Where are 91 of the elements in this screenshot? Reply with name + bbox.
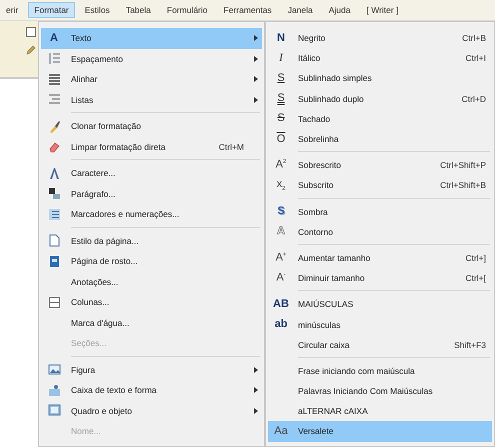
paragraph-icon	[48, 187, 60, 200]
columns-icon	[48, 296, 60, 309]
menu-item[interactable]: Parágrafo...	[41, 184, 262, 204]
menu-bar-item[interactable]: Ferramentas	[218, 2, 278, 18]
submenu-arrow-icon	[254, 76, 258, 82]
spacing-icon	[48, 52, 60, 66]
menu-item[interactable]: S Sombra	[268, 202, 492, 222]
submenu-arrow-icon	[254, 56, 258, 62]
format-icon: A$^{2}$	[276, 159, 286, 172]
shortcut-label: Ctrl+[	[465, 273, 486, 284]
format-icon: A$^{+}$	[276, 252, 286, 264]
format-icon: I	[279, 52, 283, 64]
bullet-list-icon	[48, 208, 60, 221]
menu-item[interactable]: Caixa de texto e forma	[41, 380, 262, 400]
menu-item[interactable]: S Sublinhado duplo Ctrl+D	[268, 88, 492, 109]
menu-bar-item[interactable]: Tabela	[120, 2, 157, 18]
shortcut-label: Shift+F3	[454, 340, 486, 350]
menu-item[interactable]: ab minúsculas	[268, 314, 492, 335]
menu-item[interactable]: S Tachado	[268, 108, 492, 129]
menu-item[interactable]: A$^{2}$ Sobrescrito Ctrl+Shift+P	[268, 155, 492, 176]
format-icon: x$_{2}$	[276, 178, 286, 192]
format-icon: AB	[273, 298, 289, 310]
menu-item[interactable]: Figura	[41, 360, 262, 380]
frame-icon	[48, 404, 60, 418]
shortcut-label: Ctrl+I	[465, 53, 486, 64]
list-icon	[48, 93, 60, 106]
menu-item[interactable]: N Negrito Ctrl+B	[268, 28, 492, 48]
submenu-arrow-icon	[254, 35, 258, 42]
menu-item[interactable]: Marcadores e numerações...	[41, 204, 262, 224]
menu-item[interactable]: Caractere...	[41, 163, 262, 184]
menu-item[interactable]: Anotações...	[41, 272, 262, 292]
format-icon: S	[277, 93, 285, 104]
shortcut-label: Ctrl+Shift+B	[440, 180, 486, 190]
menu-bar-item[interactable]: Janela	[282, 2, 319, 18]
menu-item[interactable]: A Texto	[41, 28, 262, 48]
menu-item[interactable]: Estilo da página...	[41, 230, 262, 251]
menu-item[interactable]: Circular caixa Shift+F3	[268, 334, 492, 355]
pen-icon[interactable]	[26, 45, 36, 55]
menu-item[interactable]: Aa Versalete	[268, 421, 492, 442]
checkbox-icon[interactable]	[26, 27, 36, 37]
shortcut-label: Ctrl+Shift+P	[440, 160, 486, 170]
align-icon	[48, 72, 60, 86]
format-icon: A$^{-}$	[276, 272, 286, 284]
format-icon: ab	[274, 319, 288, 330]
menu-item[interactable]: S Sublinhado simples	[268, 68, 492, 89]
menu-item[interactable]: Clonar formatação	[41, 116, 262, 136]
menu-item[interactable]: Marca d'água...	[41, 312, 262, 333]
shortcut-label: Ctrl+M	[218, 142, 244, 152]
menu-item[interactable]: Espaçamento	[41, 48, 262, 69]
page-icon	[48, 234, 60, 248]
menu-item[interactable]: O Sobrelinha	[268, 128, 492, 150]
menu-item[interactable]: Página de rosto...	[41, 251, 262, 272]
menu-bar-item[interactable]: [ Writer ]	[360, 2, 404, 18]
menu-item[interactable]: Colunas...	[41, 292, 262, 312]
menu-item[interactable]: A$^{+}$ Aumentar tamanho Ctrl+]	[268, 248, 492, 268]
menu-bar-item[interactable]: Estilos	[78, 2, 116, 18]
menu-item[interactable]: x$_{2}$ Subscrito Ctrl+Shift+B	[268, 175, 492, 196]
submenu-arrow-icon	[254, 387, 258, 394]
submenu-arrow-icon	[254, 96, 258, 103]
title-page-icon	[48, 254, 60, 268]
eraser-icon	[48, 140, 60, 154]
format-icon: N	[277, 32, 285, 44]
menu-bar-item[interactable]: Formatar	[28, 2, 75, 18]
text-box-icon	[48, 384, 60, 397]
menu-item[interactable]: Limpar formatação direta Ctrl+M	[41, 136, 262, 157]
menu-bar-item[interactable]: Formulário	[160, 2, 214, 18]
format-icon: A	[50, 32, 58, 44]
image-icon	[48, 363, 60, 376]
format-icon: S	[277, 113, 285, 124]
menu-item[interactable]: I Itálico Ctrl+I	[268, 48, 492, 68]
submenu-arrow-icon	[254, 366, 258, 373]
menu-item[interactable]: aLTERNAR cAIXA	[268, 401, 492, 422]
menu-item[interactable]: Alinhar	[41, 69, 262, 90]
menu-bar-item[interactable]: erir	[0, 2, 24, 18]
menu-item[interactable]: AB MAIÚSCULAS	[268, 294, 492, 314]
shortcut-label: Ctrl+B	[462, 33, 486, 44]
format-icon: S	[277, 206, 285, 218]
submenu-arrow-icon	[254, 408, 258, 414]
menu-item[interactable]: Listas	[41, 90, 262, 110]
menu-bar-item[interactable]: Ajuda	[322, 2, 356, 18]
menu-item[interactable]: Palavras Iniciando Com Maiúsculas	[268, 381, 492, 402]
font-icon	[48, 166, 60, 180]
menu-item[interactable]: Frase iniciando com maiúscula	[268, 360, 492, 381]
menu-item[interactable]: Quadro e objeto	[41, 400, 262, 421]
shortcut-label: Ctrl+]	[465, 252, 486, 263]
format-icon: Aa	[274, 426, 288, 437]
brush-icon	[48, 120, 60, 133]
format-icon: S	[277, 72, 285, 84]
format-icon: O	[276, 134, 286, 145]
shortcut-label: Ctrl+D	[462, 94, 486, 104]
menu-item[interactable]: A$^{-}$ Diminuir tamanho Ctrl+[	[268, 268, 492, 288]
